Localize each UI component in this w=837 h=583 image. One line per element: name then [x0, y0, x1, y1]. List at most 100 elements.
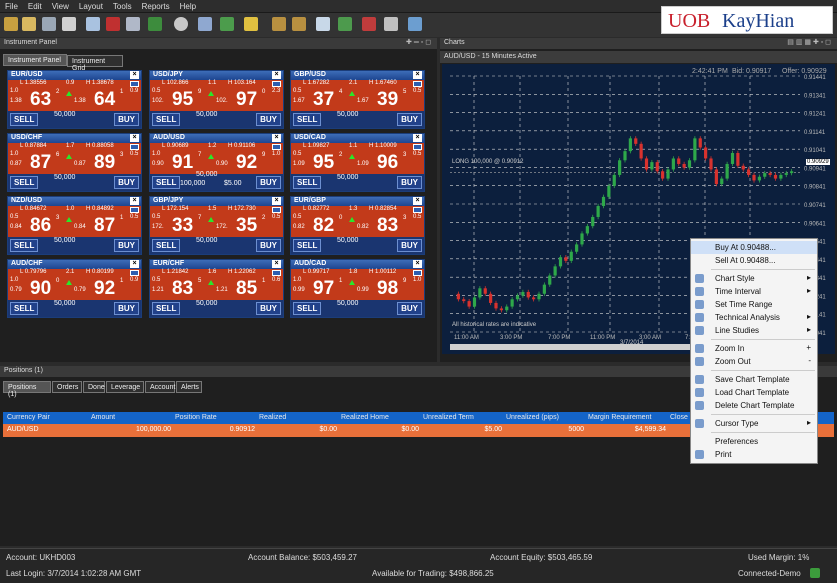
sell-button[interactable]: SELL [10, 113, 39, 126]
menu-layout[interactable]: Layout [74, 0, 108, 11]
sell-price-pips[interactable]: 95 [313, 152, 334, 174]
dollar-icon[interactable] [198, 17, 212, 31]
trade-amount-input[interactable]: 50,000 [54, 300, 75, 307]
menu-item-preferences[interactable]: Preferences [691, 435, 817, 448]
refresh-icon[interactable] [408, 17, 422, 31]
sell-price-pips[interactable]: 90 [30, 278, 51, 300]
buy-button[interactable]: BUY [114, 239, 139, 252]
buy-button[interactable]: BUY [114, 176, 139, 189]
document-icon[interactable] [86, 17, 100, 31]
trade-amount-input[interactable]: 50,000 [196, 300, 217, 307]
tab-leverage[interactable]: Leverage [106, 381, 144, 393]
panel-controls-icon[interactable]: ✚ ═ ▫ ◻ [406, 38, 431, 46]
buy-button[interactable]: BUY [397, 302, 422, 315]
buy-price-pips[interactable]: 96 [377, 152, 398, 174]
sell-button[interactable]: SELL [10, 302, 39, 315]
trade-amount-input[interactable]: 50,000 [54, 237, 75, 244]
column-header[interactable]: Close [670, 414, 688, 421]
menu-item-load-chart-template[interactable]: Load Chart Template [691, 386, 817, 399]
trade-amount-input[interactable]: 50,000 [337, 111, 358, 118]
zoom-in-icon[interactable] [272, 17, 286, 31]
chart-toolbar-icons[interactable]: ▤ ▥ ▦ ✚ ▫ ◻ [787, 38, 831, 46]
tools-icon[interactable] [22, 17, 36, 31]
close-icon[interactable]: × [272, 71, 281, 79]
menu-item-time-interval[interactable]: Time Interval ▸ [691, 285, 817, 298]
sell-button[interactable]: SELL [152, 113, 181, 126]
sell-button[interactable]: SELL [10, 176, 39, 189]
sell-price-pips[interactable]: 91 [172, 152, 193, 174]
close-icon[interactable]: × [272, 134, 281, 142]
sell-price-pips[interactable]: 95 [172, 89, 193, 111]
menu-item-technical-analysis[interactable]: Technical Analysis ▸ [691, 311, 817, 324]
menu-item-line-studies[interactable]: Line Studies ▸ [691, 324, 817, 337]
pen-icon[interactable] [384, 17, 398, 31]
window-icon[interactable] [316, 17, 330, 31]
sell-price-pips[interactable]: 33 [172, 215, 193, 237]
trade-amount-input[interactable]: 50,000 [54, 111, 75, 118]
trade-amount-input[interactable]: 50,000 [196, 171, 217, 178]
buy-button[interactable]: BUY [114, 302, 139, 315]
sell-price-pips[interactable]: 86 [30, 215, 51, 237]
sell-button[interactable]: SELL [293, 176, 322, 189]
column-header[interactable]: Unrealized (pips) [506, 414, 559, 421]
buy-price-pips[interactable]: 83 [377, 215, 398, 237]
close-icon[interactable]: × [413, 197, 422, 205]
menu-item-cursor-type[interactable]: Cursor Type ▸ [691, 417, 817, 430]
sell-button[interactable]: SELL [10, 239, 39, 252]
column-header[interactable]: Amount [91, 414, 115, 421]
menu-item-sell-at-0-90488[interactable]: Sell At 0.90488... [691, 254, 817, 267]
buy-price-pips[interactable]: 98 [377, 278, 398, 300]
column-header[interactable]: Realized [259, 414, 286, 421]
sell-button[interactable]: SELL [293, 239, 322, 252]
buy-button[interactable]: BUY [397, 176, 422, 189]
trade-amount-input[interactable]: 50,000 [337, 174, 358, 181]
close-icon[interactable]: × [130, 197, 139, 205]
sell-button[interactable]: SELL [293, 113, 322, 126]
buy-button[interactable]: BUY [256, 302, 281, 315]
column-header[interactable]: Realized Home [341, 414, 389, 421]
settings-icon[interactable] [42, 17, 56, 31]
menu-item-buy-at-0-90488[interactable]: Buy At 0.90488... [691, 241, 817, 254]
close-icon[interactable]: × [413, 134, 422, 142]
pencil-icon[interactable] [4, 17, 18, 31]
tab-positions-[interactable]: Positions (1) [3, 381, 51, 398]
tab-alerts[interactable]: Alerts [176, 381, 202, 393]
menu-item-zoom-in[interactable]: Zoom In + [691, 342, 817, 355]
close-icon[interactable]: × [130, 134, 139, 142]
buy-button[interactable]: BUY [114, 113, 139, 126]
trade-amount-input[interactable]: 50,000 [54, 174, 75, 181]
column-header[interactable]: Position Rate [175, 414, 217, 421]
buy-button[interactable]: BUY [256, 113, 281, 126]
sell-button[interactable]: SELL [152, 239, 181, 252]
buy-button[interactable]: BUY [256, 239, 281, 252]
sell-button[interactable]: SELL [152, 176, 181, 189]
menu-item-set-time-range[interactable]: Set Time Range [691, 298, 817, 311]
close-icon[interactable]: × [272, 197, 281, 205]
gear-icon[interactable] [62, 17, 76, 31]
tab-orders[interactable]: Orders [52, 381, 82, 393]
buy-price-pips[interactable]: 35 [236, 215, 257, 237]
buy-price-pips[interactable]: 89 [94, 152, 115, 174]
red-book-icon[interactable] [106, 17, 120, 31]
buy-price-pips[interactable]: 85 [236, 278, 257, 300]
chart-icon[interactable] [148, 17, 162, 31]
sell-price-pips[interactable]: 97 [313, 278, 334, 300]
menu-help[interactable]: Help [175, 0, 201, 11]
close-icon[interactable]: × [130, 260, 139, 268]
menu-item-zoom-out[interactable]: Zoom Out - [691, 355, 817, 368]
tab-done[interactable]: Done [83, 381, 105, 393]
trade-amount-input[interactable]: 50,000 [196, 111, 217, 118]
menu-file[interactable]: File [0, 0, 23, 11]
zoom-out-icon[interactable] [292, 17, 306, 31]
buy-price-pips[interactable]: 97 [236, 89, 257, 111]
menu-item-chart-style[interactable]: Chart Style ▸ [691, 272, 817, 285]
close-icon[interactable]: × [130, 71, 139, 79]
report-icon[interactable] [220, 17, 234, 31]
buy-button[interactable]: BUY [397, 239, 422, 252]
sell-price-pips[interactable]: 87 [30, 152, 51, 174]
column-header[interactable]: Margin Requirement [588, 414, 651, 421]
buy-price-pips[interactable]: 87 [94, 215, 115, 237]
buy-price-pips[interactable]: 92 [94, 278, 115, 300]
menu-item-save-chart-template[interactable]: Save Chart Template [691, 373, 817, 386]
buy-price-pips[interactable]: 39 [377, 89, 398, 111]
